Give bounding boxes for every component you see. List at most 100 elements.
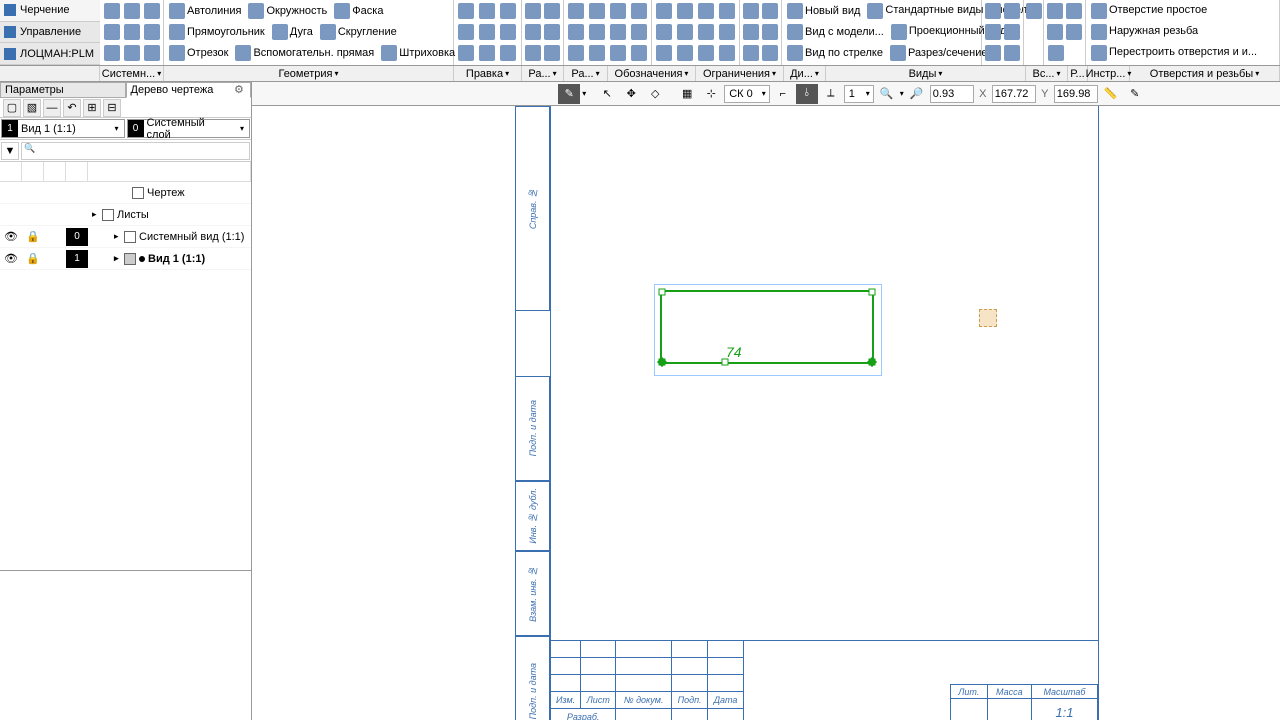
dim4-icon[interactable] xyxy=(543,22,561,42)
con5-icon[interactable] xyxy=(654,22,674,42)
zoom-in-icon[interactable]: 🔍 xyxy=(876,84,898,104)
dg1-icon[interactable] xyxy=(742,1,760,21)
zoom-value[interactable]: 0.93 xyxy=(930,85,974,103)
modelview-button[interactable]: Вид с модели... xyxy=(784,22,887,42)
dim3-icon[interactable] xyxy=(524,22,542,42)
ann6-icon[interactable] xyxy=(587,22,607,42)
edit3-icon[interactable] xyxy=(498,1,518,21)
edit5-icon[interactable] xyxy=(477,22,497,42)
search-input[interactable] xyxy=(21,142,250,160)
ann4-icon[interactable] xyxy=(629,1,649,21)
edit2-icon[interactable] xyxy=(477,1,497,21)
drawing-canvas[interactable]: Справ. № Подп. и дата Инв. № дубл. Взам.… xyxy=(252,106,1280,720)
newview-button[interactable]: Новый вид xyxy=(784,1,863,21)
tree-sysview[interactable]: 👁 🔒 0 ▸Системный вид (1:1) xyxy=(0,226,251,248)
gear-icon[interactable] xyxy=(234,83,248,97)
grid-icon[interactable]: ▦ xyxy=(676,84,698,104)
segment-button[interactable]: Отрезок xyxy=(166,43,231,63)
ortho-icon[interactable]: ⌐ xyxy=(772,84,794,104)
mt6-icon[interactable]: ⊟ xyxy=(103,99,121,117)
eye-icon[interactable]: 👁 xyxy=(0,230,22,243)
dim6-icon[interactable] xyxy=(543,43,561,63)
mt3-icon[interactable]: — xyxy=(43,99,61,117)
con2-icon[interactable] xyxy=(675,1,695,21)
trap-icon[interactable]: ◇ xyxy=(644,84,666,104)
fillet-button[interactable]: Скругление xyxy=(317,22,400,42)
measure-icon[interactable]: 📏 xyxy=(1100,84,1122,104)
ann3-icon[interactable] xyxy=(608,1,628,21)
sub-constr[interactable]: Ограничения▾ xyxy=(696,66,784,81)
snap-icon[interactable]: ⫰ xyxy=(796,84,818,104)
sub-geometry[interactable]: Геометрия▾ xyxy=(164,66,454,81)
con10-icon[interactable] xyxy=(675,43,695,63)
mt5-icon[interactable]: ⊞ xyxy=(83,99,101,117)
ann1-icon[interactable] xyxy=(566,1,586,21)
cursor2-icon[interactable]: ✥ xyxy=(620,84,642,104)
hatch-button[interactable]: Штриховка xyxy=(378,43,458,63)
ins2-icon[interactable] xyxy=(1003,1,1021,21)
r1-icon[interactable] xyxy=(1026,1,1042,21)
view-select[interactable]: 1Вид 1 (1:1)▾ xyxy=(1,119,125,138)
sub-dim[interactable]: Ра...▾ xyxy=(522,66,564,81)
sub-holes[interactable]: Отверстия и резьбы▾ xyxy=(1130,66,1280,81)
text-icon[interactable] xyxy=(566,43,586,63)
section-button[interactable]: Разрез/сечение xyxy=(887,43,991,63)
con6-icon[interactable] xyxy=(675,22,695,42)
undo-icon[interactable] xyxy=(102,43,121,63)
edit6-icon[interactable] xyxy=(498,22,518,42)
t4-icon[interactable] xyxy=(1065,22,1083,42)
ins6-icon[interactable] xyxy=(1003,43,1021,63)
lock-icon[interactable]: 🔒 xyxy=(22,230,44,243)
edit7-icon[interactable] xyxy=(456,43,476,63)
sub-diag[interactable]: Ди...▾ xyxy=(784,66,826,81)
ann7-icon[interactable] xyxy=(608,22,628,42)
rect-button[interactable]: Прямоугольник xyxy=(166,22,268,42)
mt1-icon[interactable]: ▢ xyxy=(3,99,21,117)
zoom-out-icon[interactable]: 🔎 xyxy=(906,84,928,104)
sub-dim2[interactable]: Ра...▾ xyxy=(564,66,608,81)
t2-icon[interactable] xyxy=(1065,1,1083,21)
hole-thread-button[interactable]: Наружная резьба xyxy=(1088,22,1201,42)
chamfer-button[interactable]: Фаска xyxy=(331,1,386,21)
ins3-icon[interactable] xyxy=(984,22,1002,42)
orig-icon[interactable]: ⊹ xyxy=(700,84,722,104)
layer-select[interactable]: 0Системный слой▾ xyxy=(127,119,251,138)
sub-edit[interactable]: Правка▾ xyxy=(454,66,522,81)
filter-icon[interactable]: ▼ xyxy=(1,142,19,160)
ann10-icon[interactable] xyxy=(608,43,628,63)
edit-icon[interactable] xyxy=(456,1,476,21)
copy-icon[interactable] xyxy=(142,43,161,63)
mt2-icon[interactable]: ▧ xyxy=(23,99,41,117)
dg5-icon[interactable] xyxy=(742,43,760,63)
dim5-icon[interactable] xyxy=(524,43,542,63)
t3-icon[interactable] xyxy=(1046,22,1064,42)
dim2-icon[interactable] xyxy=(543,1,561,21)
dg4-icon[interactable] xyxy=(761,22,779,42)
dg2-icon[interactable] xyxy=(761,1,779,21)
lock-icon[interactable]: 🔒 xyxy=(22,252,44,265)
hole-rebuild-button[interactable]: Перестроить отверстия и и... xyxy=(1088,43,1260,63)
arrowview-button[interactable]: Вид по стрелке xyxy=(784,43,886,63)
tab-lotsman[interactable]: ЛОЦМАН:PLM xyxy=(0,43,100,65)
y-coord[interactable]: 169.98 xyxy=(1054,85,1098,103)
mt4-icon[interactable]: ↶ xyxy=(63,99,81,117)
ann5-icon[interactable] xyxy=(566,22,586,42)
con11-icon[interactable] xyxy=(696,43,716,63)
eye-icon[interactable]: 👁 xyxy=(0,252,22,265)
t5-icon[interactable] xyxy=(1046,43,1066,63)
ann11-icon[interactable] xyxy=(629,43,649,63)
tab-drawing[interactable]: Черчение xyxy=(0,0,100,22)
sub-system[interactable]: Системн...▾ xyxy=(100,66,164,81)
tab-parameters[interactable]: Параметры xyxy=(0,82,126,98)
cursor-icon[interactable]: ↖ xyxy=(596,84,618,104)
tree-sheets[interactable]: ▸Листы xyxy=(0,204,251,226)
tab-management[interactable]: Управление xyxy=(0,22,100,44)
con7-icon[interactable] xyxy=(696,22,716,42)
edit9-icon[interactable] xyxy=(498,43,518,63)
tree-root[interactable]: Чертеж xyxy=(0,182,251,204)
new-icon[interactable] xyxy=(102,1,121,21)
autoline-button[interactable]: Автолиния xyxy=(166,1,244,21)
sub-annot[interactable]: Обозначения▾ xyxy=(608,66,696,81)
dg6-icon[interactable] xyxy=(761,43,779,63)
con9-icon[interactable] xyxy=(654,43,674,63)
